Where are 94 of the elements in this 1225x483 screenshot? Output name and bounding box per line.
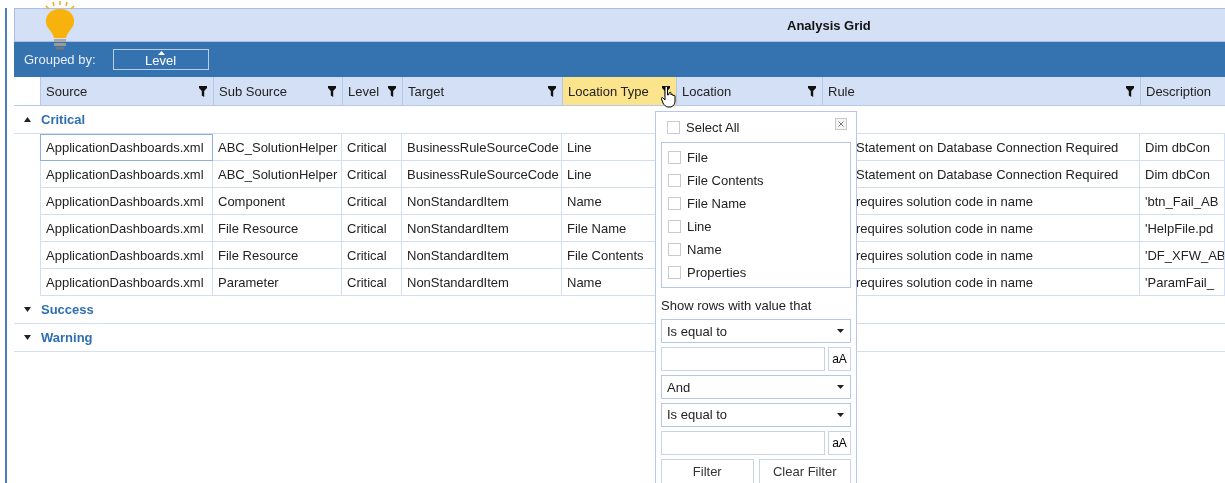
dropdown-arrow-icon [837, 329, 844, 334]
checkbox[interactable] [668, 150, 681, 164]
table-cell: Line [567, 139, 592, 155]
match-case-button[interactable]: aA [828, 346, 851, 372]
table-cell: ABC_SolutionHelper [218, 139, 338, 155]
caret-icon[interactable] [24, 335, 31, 340]
filter-value-field[interactable] [661, 346, 825, 372]
table-cell: Component [218, 193, 286, 209]
table-cell: Line [567, 166, 592, 182]
table-cell: ABC_SolutionHelper [218, 166, 338, 182]
operator-dropdown[interactable]: Is equal to [661, 319, 851, 343]
dropdown-arrow-icon [837, 412, 844, 417]
close-icon[interactable] [835, 118, 847, 130]
filter-button[interactable]: Filter [661, 459, 754, 483]
column-header[interactable]: Level [343, 77, 403, 105]
checkbox[interactable] [668, 219, 681, 233]
filter-icon[interactable] [199, 85, 207, 97]
column-header[interactable]: Source [41, 77, 214, 105]
table-cell: BusinessRuleSourceCode [407, 166, 559, 182]
filter-icon[interactable] [1126, 85, 1134, 97]
table-cell: Critical [347, 193, 387, 209]
column-header[interactable]: Description [1141, 77, 1225, 105]
table-cell: ApplicationDashboards.xml [46, 220, 204, 236]
table-cell: requires solution code in name [856, 247, 1034, 263]
checkbox-label[interactable]: File Contents [687, 172, 764, 188]
table-cell: Dim dbCon [1145, 139, 1211, 155]
grouped-by-label: Grouped by: [24, 52, 96, 67]
table-cell: NonStandardItem [407, 193, 509, 209]
checkbox[interactable] [668, 265, 681, 279]
table-cell: ApplicationDashboards.xml [46, 140, 204, 155]
logic-dropdown[interactable]: And [661, 375, 851, 400]
table-cell: 'HelpFile.pd [1145, 220, 1214, 236]
table-cell: 'ParamFail_ [1145, 274, 1214, 290]
table-cell: Name [567, 193, 602, 209]
table-cell: Statement on Database Connection Required [856, 166, 1119, 182]
checkbox-label[interactable]: Line [687, 218, 712, 234]
clear-filter-button[interactable]: Clear Filter [758, 459, 851, 483]
group-header[interactable]: Success [41, 302, 94, 317]
table-cell: Dim dbCon [1145, 166, 1211, 182]
checkbox[interactable] [668, 173, 681, 187]
table-cell: File Contents [567, 247, 644, 263]
table-cell: File Resource [218, 220, 299, 236]
checkbox[interactable] [668, 196, 681, 210]
column-header[interactable]: Rule [823, 77, 1141, 105]
table-cell: ApplicationDashboards.xml [46, 274, 204, 290]
checkbox[interactable] [668, 242, 681, 256]
table-cell: BusinessRuleSourceCode [407, 139, 559, 155]
filter-icon[interactable] [328, 85, 336, 97]
table-cell: Parameter [218, 274, 279, 290]
condition-label: Show rows with value that [661, 297, 813, 315]
checkbox-label[interactable]: File Name [687, 195, 747, 211]
group-chip[interactable]: Level [112, 49, 209, 70]
checkbox[interactable] [667, 121, 680, 135]
table-cell: NonStandardItem [407, 220, 509, 236]
checkbox-label[interactable]: Select All [686, 120, 740, 136]
table-cell: 'DF_XFW_AB [1145, 247, 1224, 263]
column-header[interactable]: Location Type [563, 77, 677, 105]
table-cell: File Resource [218, 247, 299, 263]
table-cell: File Name [567, 220, 627, 236]
checkbox-label[interactable]: File [687, 149, 708, 165]
table-cell: 'btn_Fail_AB [1145, 193, 1219, 209]
table-cell: requires solution code in name [856, 193, 1034, 209]
table-cell: ApplicationDashboards.xml [46, 193, 204, 209]
match-case-button[interactable]: aA [828, 430, 851, 456]
table-cell: Statement on Database Connection Required [856, 139, 1119, 155]
table-cell: Name [567, 274, 602, 290]
checkbox-label[interactable]: Name [687, 241, 722, 257]
group-header[interactable]: Critical [41, 112, 86, 127]
filter-value-field[interactable] [661, 430, 825, 456]
table-cell: Critical [347, 247, 387, 263]
table-cell: NonStandardItem [407, 247, 509, 263]
filter-icon[interactable] [808, 85, 816, 97]
group-header[interactable]: Warning [41, 330, 93, 345]
caret-icon[interactable] [24, 117, 31, 122]
table-cell: ApplicationDashboards.xml [46, 247, 204, 263]
table-cell: Critical [347, 274, 387, 290]
table-cell: Critical [347, 166, 387, 182]
table-cell: requires solution code in name [856, 220, 1034, 236]
table-cell: Critical [347, 220, 387, 236]
dropdown-arrow-icon [837, 385, 844, 390]
table-cell: Critical [347, 139, 387, 155]
checkbox-label[interactable]: Properties [687, 264, 747, 280]
hand-cursor-icon [661, 86, 677, 108]
column-header[interactable]: Location [677, 77, 823, 105]
table-cell: requires solution code in name [856, 274, 1034, 290]
operator-dropdown[interactable]: Is equal to [661, 403, 851, 427]
column-header[interactable]: Sub Source [214, 77, 343, 105]
grid-title: Analysis Grid [787, 17, 871, 33]
table-cell: ApplicationDashboards.xml [46, 166, 204, 182]
filter-icon[interactable] [548, 85, 556, 97]
table-cell: NonStandardItem [407, 274, 509, 290]
filter-icon[interactable] [388, 85, 396, 97]
caret-icon[interactable] [24, 307, 31, 312]
sort-ascending-icon [157, 51, 165, 55]
